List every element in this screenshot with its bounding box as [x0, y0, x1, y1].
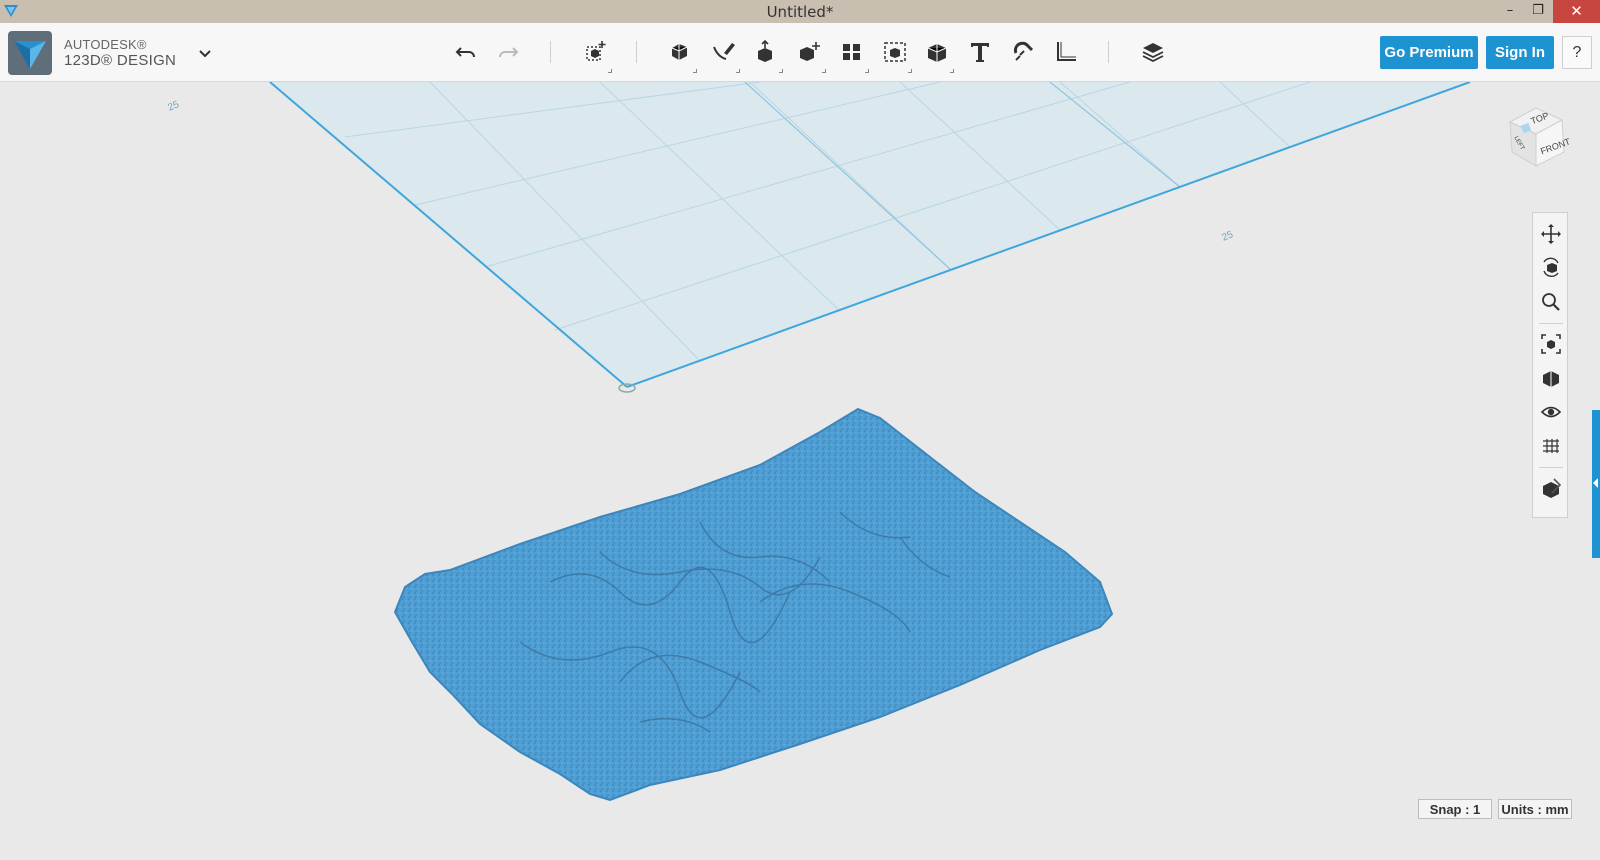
primitives-icon: [671, 44, 688, 60]
pan-icon: [1541, 224, 1561, 244]
modify-icon: [800, 42, 820, 61]
sketch-button[interactable]: [708, 37, 740, 73]
grid-icon: [1543, 439, 1559, 453]
modify-button[interactable]: [794, 37, 826, 73]
measure-icon: [1057, 42, 1076, 61]
views-icon: [1543, 371, 1559, 387]
measure-button[interactable]: [1051, 37, 1081, 67]
brand-line-1: AUTODESK®: [64, 37, 147, 52]
views-button[interactable]: [1538, 365, 1564, 391]
units-setting[interactable]: Units : mm: [1498, 799, 1572, 819]
construct-button[interactable]: [751, 37, 783, 73]
view-cube[interactable]: TOP FRONT LEFT: [1500, 100, 1580, 180]
help-button[interactable]: ?: [1562, 36, 1592, 69]
main-toolbar: AUTODESK® 123D® DESIGN Go Premium Sign I…: [0, 23, 1600, 82]
grid-label-right: 25: [1220, 229, 1235, 244]
grid-plane: [269, 82, 1471, 393]
orbit-button[interactable]: [1538, 255, 1564, 281]
nav-separator: [1539, 323, 1563, 324]
brand-line-2: 123D® DESIGN: [64, 52, 177, 69]
toolbar-separator: [1108, 41, 1109, 63]
toolbar-separator: [550, 41, 551, 63]
sketch-icon: [713, 43, 735, 60]
combine-icon: [927, 44, 947, 62]
primitives-button[interactable]: [665, 37, 697, 73]
zoom-icon: [1542, 293, 1560, 311]
undo-button[interactable]: [451, 37, 481, 67]
combine-button[interactable]: [922, 37, 954, 73]
visibility-icon: [1540, 406, 1562, 418]
navigation-bar: [1532, 212, 1568, 518]
pan-button[interactable]: [1538, 221, 1564, 247]
brand-name: AUTODESK® 123D® DESIGN: [64, 37, 176, 69]
visibility-button[interactable]: [1538, 399, 1564, 425]
material-shading-button[interactable]: [1538, 475, 1564, 501]
redo-button[interactable]: [493, 37, 523, 67]
terrain-mesh-model[interactable]: [393, 407, 1114, 802]
material-button[interactable]: [1138, 37, 1168, 67]
toolbar-separator: [636, 41, 637, 63]
go-premium-button[interactable]: Go Premium: [1380, 36, 1478, 69]
fit-icon: [1541, 334, 1561, 354]
scene-canvas[interactable]: 25 25: [0, 82, 1600, 860]
text-button[interactable]: [965, 37, 995, 67]
transform-button[interactable]: [580, 37, 612, 73]
app-logo[interactable]: [8, 31, 52, 75]
redo-icon: [499, 47, 519, 58]
layers-icon: [1142, 43, 1164, 63]
chevron-left-icon: [1593, 478, 1598, 488]
pattern-icon: [843, 44, 860, 60]
side-panel-toggle[interactable]: [1592, 410, 1600, 558]
orbit-icon: [1543, 257, 1559, 277]
zoom-button[interactable]: [1538, 289, 1564, 315]
construct-icon: [758, 39, 772, 62]
snap-icon: [1013, 41, 1034, 61]
pattern-button[interactable]: [837, 37, 869, 73]
grid-label-left: 25: [166, 99, 181, 114]
fit-button[interactable]: [1538, 331, 1564, 357]
maximize-button[interactable]: ❐: [1524, 0, 1552, 23]
title-bar: Untitled* – ❐ ✕: [0, 0, 1600, 23]
undo-icon: [455, 47, 475, 58]
group-button[interactable]: [880, 37, 912, 73]
text-icon: [971, 43, 989, 62]
sign-in-button[interactable]: Sign In: [1486, 36, 1554, 69]
snap-button[interactable]: [1008, 37, 1038, 67]
3d-viewport[interactable]: 25 25 TOP FRONT LEFT Snap: 1 Units: mm: [0, 82, 1600, 860]
chevron-down-icon[interactable]: [196, 45, 214, 61]
minimize-button[interactable]: –: [1496, 0, 1524, 23]
material-shading-icon: [1543, 478, 1562, 498]
snap-setting[interactable]: Snap : 1: [1418, 799, 1492, 819]
group-icon: [884, 42, 906, 62]
nav-separator: [1539, 467, 1563, 468]
window-title: Untitled*: [766, 3, 834, 21]
grid-toggle-button[interactable]: [1538, 433, 1564, 459]
transform-icon: [586, 41, 606, 61]
close-button[interactable]: ✕: [1553, 0, 1600, 23]
